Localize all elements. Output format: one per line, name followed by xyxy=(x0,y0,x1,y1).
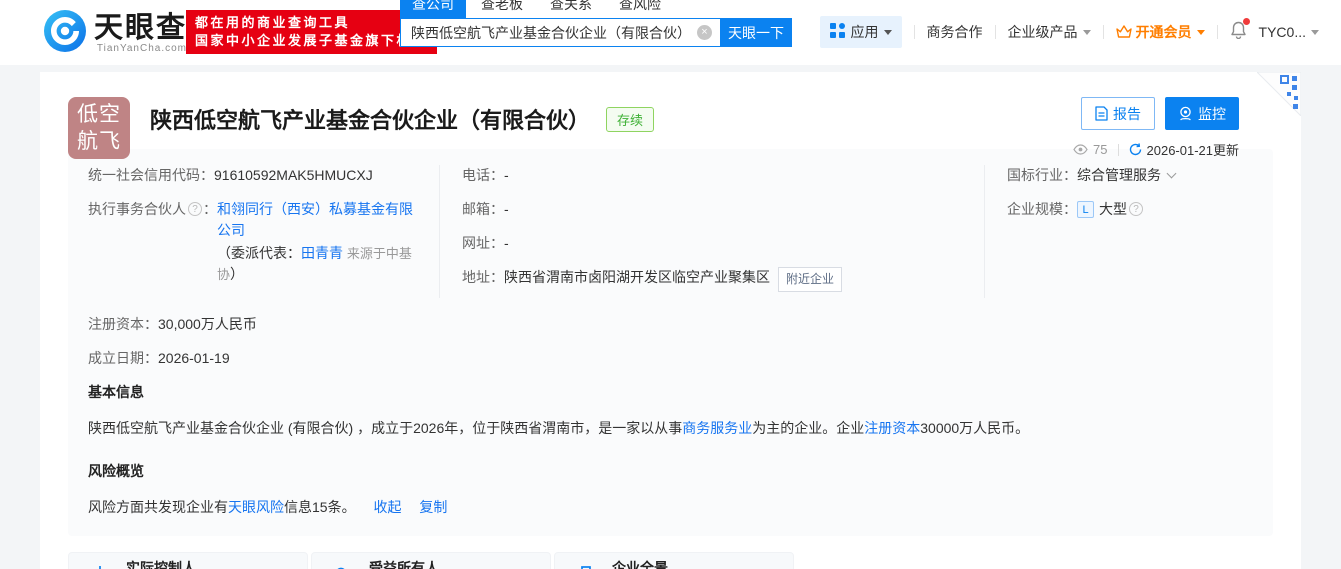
established-label: 成立日期： xyxy=(88,348,158,369)
company-panorama-card[interactable]: 企业全景 瞬息掌握企业关系 xyxy=(554,552,794,569)
deputy-name-link[interactable]: 田青青 xyxy=(301,245,343,261)
company-header: 低空 航飞 陕西低空航飞产业基金合伙企业（有限合伙） 存续 报告 xyxy=(40,72,1301,135)
caret-down-icon xyxy=(1197,30,1205,35)
managing-partner-label: 执行事务合伙人 xyxy=(88,199,186,220)
org-chart-icon xyxy=(573,565,599,569)
info-column-right: 国标行业： 综合管理服务 企业规模： L 大型 ? xyxy=(985,165,1253,298)
basic-info-paragraph: 陕西低空航飞产业基金合伙企业 (有限合伙) ，成立于2026年，位于陕西省渭南市… xyxy=(88,418,1253,439)
monitor-camera-icon xyxy=(1178,106,1198,121)
scale-value: 大型 xyxy=(1099,199,1127,220)
header-nav: 应用 商务合作 企业级产品 开通会员 xyxy=(820,16,1319,48)
views-count: 75 xyxy=(1093,142,1107,157)
brand-slogan: 都在用的商业查询工具 国家中小企业发展子基金旗下机构 xyxy=(186,10,437,54)
tab-relation[interactable]: 查关系 xyxy=(550,0,592,18)
apps-menu[interactable]: 应用 xyxy=(820,16,902,48)
caret-down-icon xyxy=(884,30,892,35)
eye-views-icon xyxy=(1073,144,1088,155)
top-header: 天眼查 TianYanCha.com 都在用的商业查询工具 国家中小企业发展子基… xyxy=(0,0,1341,65)
brand-name: 天眼查 xyxy=(94,13,187,43)
notifications-bell-icon[interactable] xyxy=(1230,21,1247,44)
scale-tag: L xyxy=(1077,201,1094,218)
person-coin-icon xyxy=(330,565,356,569)
nav-divider xyxy=(914,25,915,39)
nav-divider xyxy=(995,25,996,39)
tab-company[interactable]: 查公司 xyxy=(400,0,466,18)
beneficial-owner-card[interactable]: 受益所有人 大数据挖掘受益所有人 xyxy=(311,552,551,569)
tab-risk[interactable]: 查风险 xyxy=(619,0,661,18)
help-icon[interactable]: ? xyxy=(1129,202,1143,216)
tianyancha-logo-icon xyxy=(42,8,88,59)
nav-cooperation[interactable]: 商务合作 xyxy=(927,22,983,42)
clear-search-icon[interactable]: × xyxy=(697,25,712,40)
apps-grid-icon xyxy=(830,23,851,41)
risk-summary: 风险方面共发现企业有天眼风险信息15条。 收起 复制 xyxy=(88,497,1253,518)
managing-partner-link[interactable]: 和翎同行（西安）私募基金有限公司 xyxy=(217,201,413,238)
target-icon xyxy=(87,565,113,569)
copy-link[interactable]: 复制 xyxy=(419,499,447,515)
industry-link[interactable]: 商务服务业 xyxy=(682,420,752,436)
risk-overview-title: 风险概览 xyxy=(88,461,1253,481)
deputy-suffix: ） xyxy=(230,266,244,282)
credit-code-label: 统一社会信用代码： xyxy=(88,165,214,186)
deputy-prefix: （委派代表： xyxy=(217,245,301,261)
tab-boss[interactable]: 查老板 xyxy=(481,0,523,18)
email-value: - xyxy=(504,199,509,220)
website-label: 网址： xyxy=(462,233,504,254)
updated-date: 2026-01-21更新 xyxy=(1147,140,1240,159)
brand-domain: TianYanCha.com xyxy=(97,43,187,55)
credit-code-value: 91610592MAK5HMUCXJ xyxy=(214,165,373,186)
views-divider xyxy=(1118,144,1119,156)
status-badge: 存续 xyxy=(606,107,654,132)
search-tabs: 查公司 查老板 查关系 查风险 xyxy=(400,0,792,18)
capital-label: 注册资本： xyxy=(88,314,158,335)
report-button[interactable]: 报告 xyxy=(1081,97,1155,130)
info-column-left: 统一社会信用代码： 91610592MAK5HMUCXJ 执行事务合伙人 ? ：… xyxy=(88,165,440,298)
actual-controller-card[interactable]: 实际控制人 挖掘公司实际控制人 xyxy=(68,552,308,569)
phone-value: - xyxy=(504,165,509,186)
collapse-link[interactable]: 收起 xyxy=(373,499,401,515)
address-label: 地址： xyxy=(462,267,504,292)
capital-value: 30,000万人民币 xyxy=(158,314,257,335)
refresh-icon xyxy=(1129,143,1142,156)
search-input[interactable] xyxy=(400,18,720,47)
phone-label: 电话： xyxy=(462,165,504,186)
website-value: - xyxy=(504,233,509,254)
nearby-companies-button[interactable]: 附近企业 xyxy=(778,267,842,292)
monitor-button[interactable]: 监控 xyxy=(1165,97,1239,130)
search-area: 查公司 查老板 查关系 查风险 × 天眼一下 xyxy=(400,0,792,47)
chevron-down-icon[interactable] xyxy=(1167,169,1177,179)
views-updated-row: 75 2026-01-21更新 xyxy=(1073,140,1239,159)
search-button[interactable]: 天眼一下 xyxy=(720,18,792,47)
company-card: 低空 航飞 陕西低空航飞产业基金合伙企业（有限合伙） 存续 报告 xyxy=(40,72,1301,569)
established-value: 2026-01-19 xyxy=(158,348,230,369)
basic-info-title: 基本信息 xyxy=(88,382,1253,402)
address-value: 陕西省渭南市卤阳湖开发区临空产业聚集区 xyxy=(504,267,770,292)
caret-down-icon xyxy=(1083,30,1091,35)
nav-divider xyxy=(1103,25,1104,39)
help-icon[interactable]: ? xyxy=(188,202,202,216)
crown-icon xyxy=(1116,25,1132,39)
nav-divider xyxy=(1217,25,1218,39)
info-column-middle: 电话： - 邮箱： - 网址： - 地址： 陕西省渭南市卤阳湖开发区临空产业聚集… xyxy=(440,165,985,298)
tianyancha-logo[interactable]: 天眼查 TianYanCha.com xyxy=(42,8,187,59)
industry-label: 国标行业： xyxy=(1007,165,1077,186)
tianyan-risk-link[interactable]: 天眼风险 xyxy=(228,499,284,515)
company-logo: 低空 航飞 xyxy=(68,97,130,159)
capital-link[interactable]: 注册资本 xyxy=(864,420,920,436)
notification-dot xyxy=(1243,18,1250,25)
email-label: 邮箱： xyxy=(462,199,504,220)
account-menu[interactable]: TYC0... xyxy=(1259,24,1319,40)
nav-vip[interactable]: 开通会员 xyxy=(1116,22,1205,42)
caret-down-icon xyxy=(1311,30,1319,35)
company-name: 陕西低空航飞产业基金合伙企业（有限合伙） xyxy=(150,103,590,135)
nav-enterprise-products[interactable]: 企业级产品 xyxy=(1008,22,1091,42)
scale-label: 企业规模： xyxy=(1007,199,1077,220)
feature-cards: 实际控制人 挖掘公司实际控制人 受益所有人 大数据挖掘受益所有人 xyxy=(68,552,1273,569)
company-info-block: 统一社会信用代码： 91610592MAK5HMUCXJ 执行事务合伙人 ? ：… xyxy=(68,149,1273,536)
industry-value: 综合管理服务 xyxy=(1077,165,1161,186)
report-doc-icon xyxy=(1095,106,1113,121)
